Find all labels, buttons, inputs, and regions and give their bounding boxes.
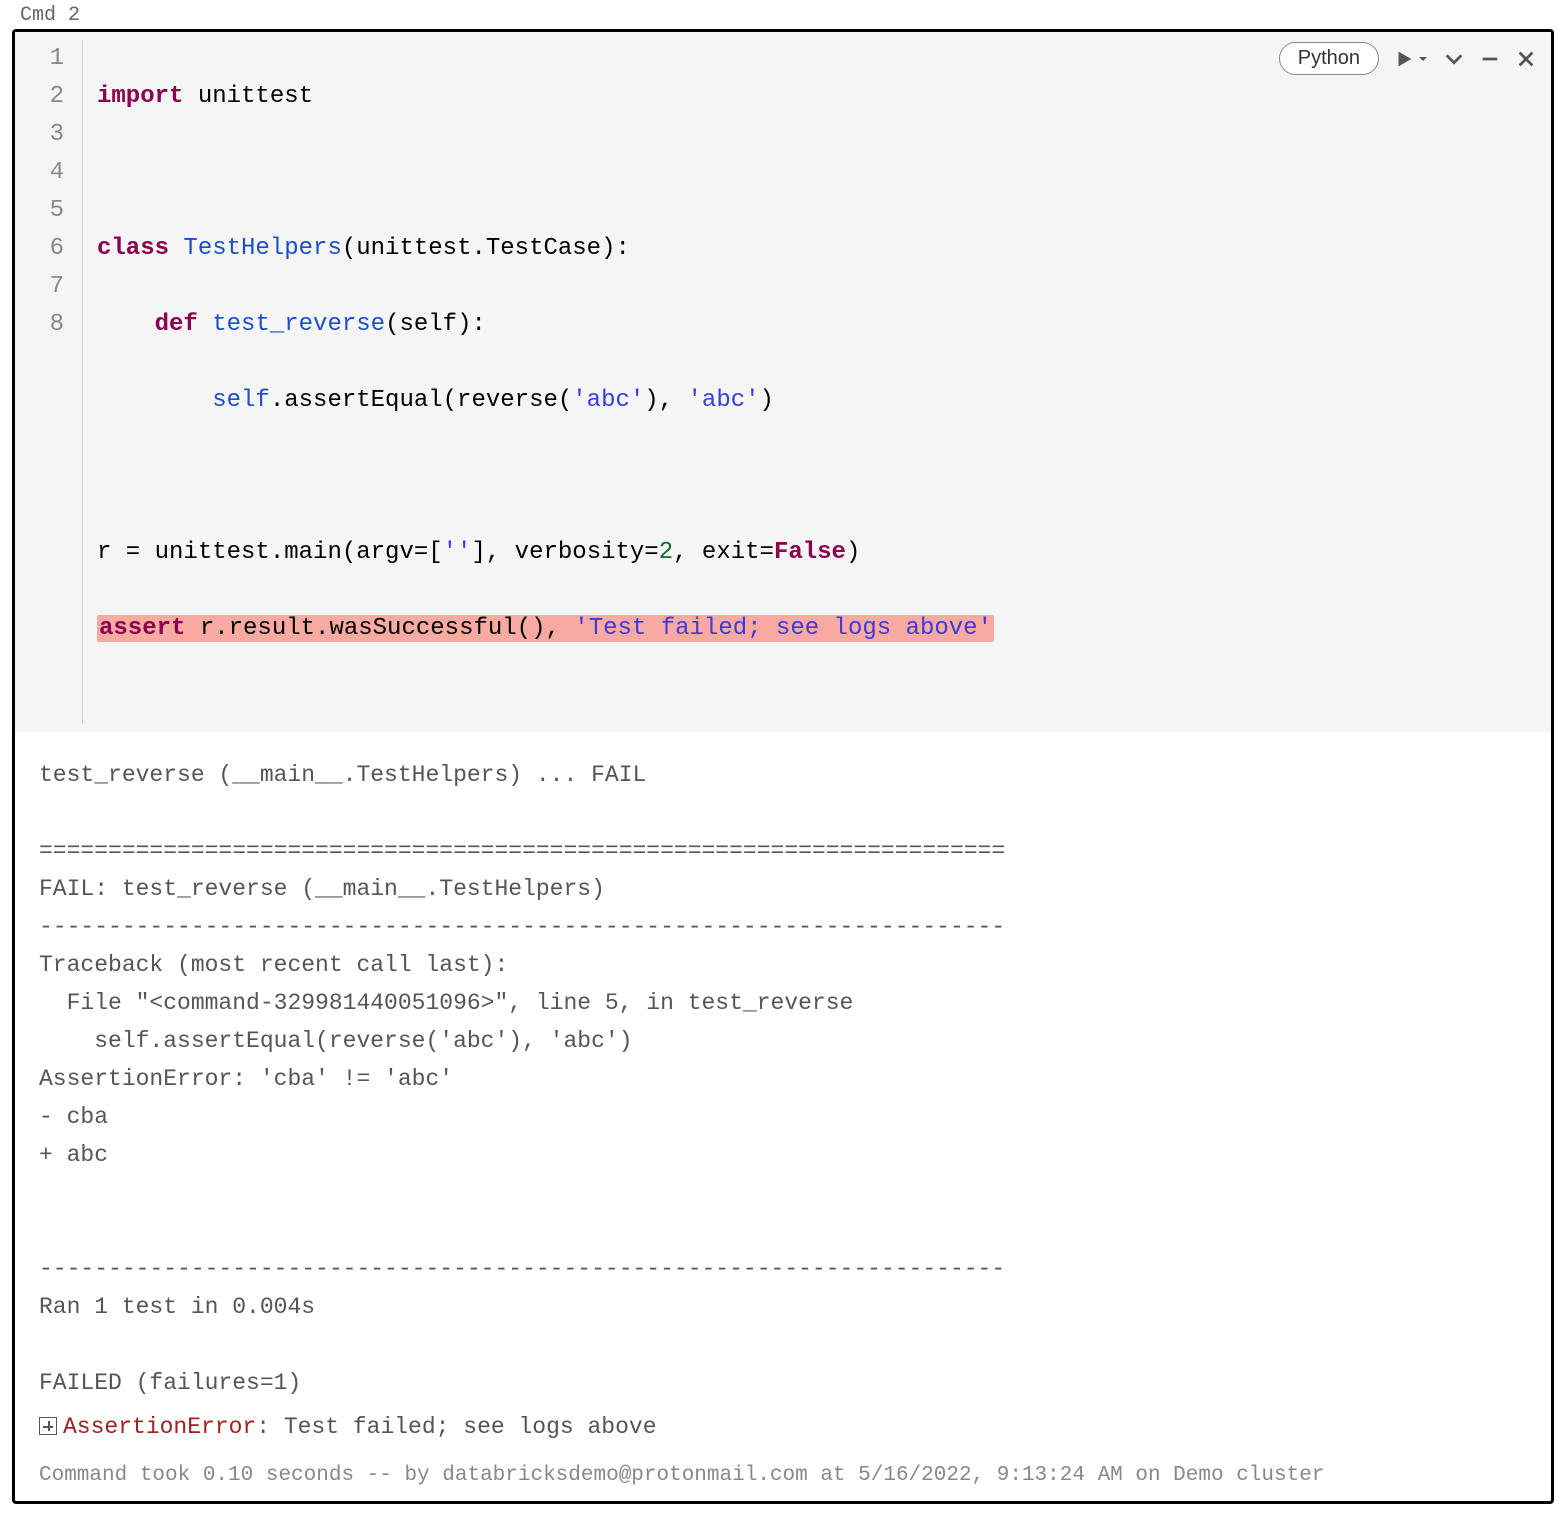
- chevron-down-icon[interactable]: [1443, 48, 1465, 70]
- execution-status: Command took 0.10 seconds -- by databric…: [15, 1456, 1551, 1501]
- string-literal: 'abc': [572, 387, 644, 414]
- keyword: class: [97, 235, 169, 262]
- code-text: (unittest.TestCase):: [342, 235, 630, 262]
- cell-toolbar: Python: [1279, 42, 1537, 75]
- code-text: r.result.wasSuccessful(),: [185, 615, 574, 642]
- class-name: TestHelpers: [169, 235, 342, 262]
- code-text: r = unittest.main(argv=[: [97, 539, 443, 566]
- run-button[interactable]: [1393, 48, 1429, 70]
- language-selector[interactable]: Python: [1279, 42, 1379, 75]
- expand-icon[interactable]: [39, 1417, 57, 1435]
- code-editor[interactable]: Python 1 2 3 4 5 6 7 8 import: [15, 32, 1551, 732]
- cell-output: test_reverse (__main__.TestHelpers) ... …: [15, 732, 1551, 1456]
- notebook-cell: Python 1 2 3 4 5 6 7 8 import: [12, 29, 1554, 1504]
- line-gutter: 1 2 3 4 5 6 7 8: [15, 40, 83, 724]
- line-number: 7: [15, 268, 64, 306]
- line-number: 2: [15, 78, 64, 116]
- error-message: : Test failed; see logs above: [256, 1414, 656, 1440]
- string-literal: 'abc': [688, 387, 760, 414]
- function-name: test_reverse: [198, 311, 385, 338]
- line-number: 5: [15, 192, 64, 230]
- self-ref: self: [212, 387, 270, 414]
- code-text: , exit=: [673, 539, 774, 566]
- number-literal: 2: [659, 539, 673, 566]
- keyword: assert: [99, 615, 185, 642]
- line-number: 4: [15, 154, 64, 192]
- output-text: test_reverse (__main__.TestHelpers) ... …: [39, 762, 1005, 1396]
- code-text: .assertEqual(reverse(: [270, 387, 572, 414]
- code-text: unittest: [183, 83, 313, 110]
- code-text: (self):: [385, 311, 486, 338]
- error-summary[interactable]: AssertionError: Test failed; see logs ab…: [39, 1408, 1527, 1446]
- command-label: Cmd 2: [0, 0, 1566, 29]
- keyword: def: [155, 311, 198, 338]
- code-text: ): [846, 539, 860, 566]
- keyword: import: [97, 83, 183, 110]
- close-icon[interactable]: [1515, 48, 1537, 70]
- line-number: 3: [15, 116, 64, 154]
- line-number: 1: [15, 40, 64, 78]
- bool-literal: False: [774, 539, 846, 566]
- code-text: ): [760, 387, 774, 414]
- error-name: AssertionError: [63, 1414, 256, 1440]
- code-content[interactable]: import unittest class TestHelpers(unitte…: [83, 40, 994, 724]
- line-number: 6: [15, 230, 64, 268]
- chevron-down-icon: [1417, 53, 1429, 65]
- line-number: 8: [15, 306, 64, 344]
- string-literal: '': [443, 539, 472, 566]
- minimize-icon[interactable]: [1479, 48, 1501, 70]
- code-text: ], verbosity=: [471, 539, 658, 566]
- string-literal: 'Test failed; see logs above': [574, 615, 992, 642]
- code-text: ),: [644, 387, 687, 414]
